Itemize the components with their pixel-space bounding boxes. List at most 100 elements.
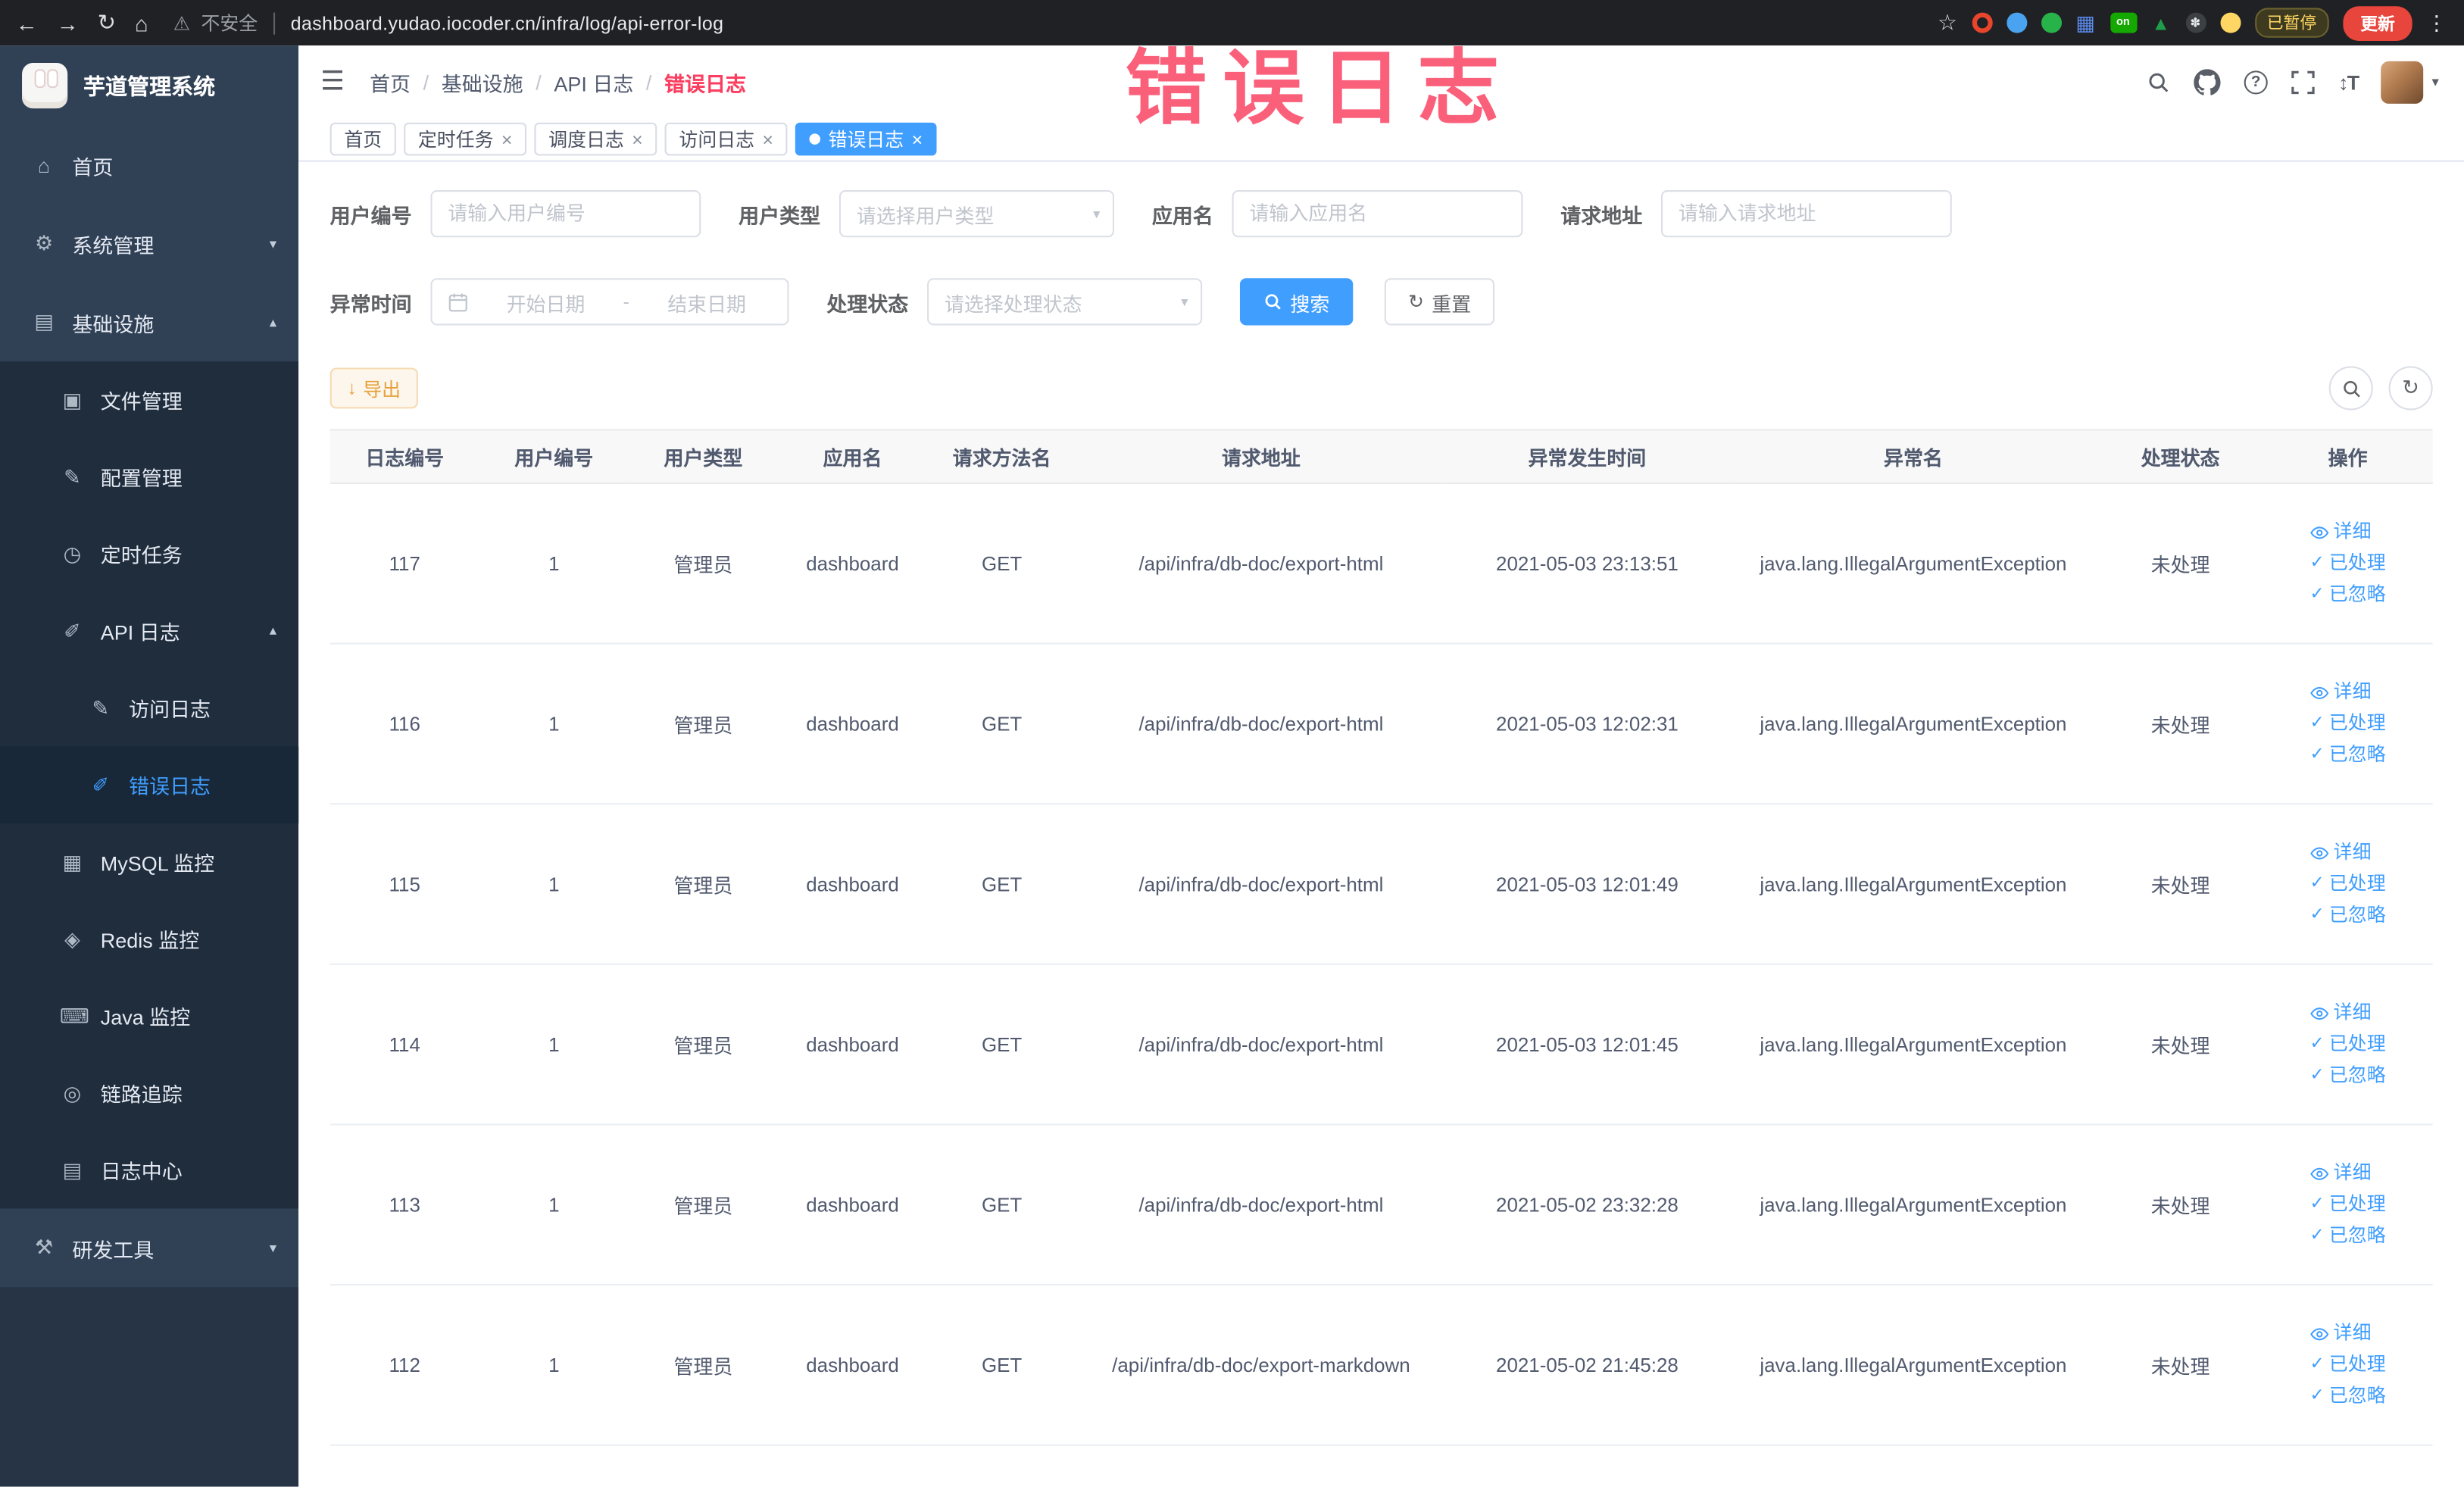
sidebar-item-devtools[interactable]: ⚒ 研发工具 ▾ bbox=[0, 1208, 298, 1287]
eye-icon bbox=[2309, 683, 2329, 701]
extension-icon-7[interactable]: ✽ bbox=[2184, 12, 2206, 33]
cell-exception-time: 2021-05-03 12:02:31 bbox=[1445, 643, 1729, 805]
mark-processed-link[interactable]: ✓ 已处理 bbox=[2310, 550, 2386, 576]
extension-icon-5[interactable]: on bbox=[2110, 12, 2137, 33]
breadcrumb-separator: / bbox=[423, 70, 429, 94]
toggle-search-button[interactable] bbox=[2328, 366, 2373, 411]
home-icon[interactable]: ⌂ bbox=[135, 10, 148, 35]
sidebar-item-home[interactable]: ⌂ 首页 bbox=[0, 126, 298, 205]
refresh-table-button[interactable]: ↻ bbox=[2388, 366, 2433, 411]
edit-icon: ✎ bbox=[64, 464, 81, 489]
cell-actions: 详细 ✓ 已处理 ✓ 已忽略 bbox=[2263, 643, 2433, 805]
update-button[interactable]: 更新 bbox=[2343, 5, 2412, 40]
bookmark-star-icon[interactable]: ☆ bbox=[1938, 9, 1957, 36]
sidebar-item-mysql-monitor[interactable]: ▦ MySQL 监控 bbox=[0, 823, 298, 901]
breadcrumb-item-home[interactable]: 首页 bbox=[370, 67, 411, 96]
mark-processed-link[interactable]: ✓ 已处理 bbox=[2310, 1351, 2386, 1378]
search-icon[interactable] bbox=[2147, 70, 2170, 93]
address-bar[interactable]: ⚠ 不安全 dashboard.yudao.iocoder.cn/infra/l… bbox=[173, 9, 1925, 36]
chrome-menu-icon[interactable]: ⋮ bbox=[2426, 10, 2448, 35]
github-icon[interactable] bbox=[2194, 68, 2221, 95]
mark-processed-link[interactable]: ✓ 已处理 bbox=[2310, 1192, 2386, 1218]
detail-link[interactable]: 详细 bbox=[2309, 679, 2371, 705]
exception-time-range-picker[interactable]: 开始日期 - 结束日期 bbox=[430, 278, 789, 326]
cell-request-url: /api/infra/db-doc/export-html bbox=[1076, 483, 1446, 645]
mark-ignored-link[interactable]: ✓ 已忽略 bbox=[2310, 1383, 2386, 1410]
mark-ignored-link[interactable]: ✓ 已忽略 bbox=[2310, 582, 2386, 608]
sidebar-item-scheduled-jobs[interactable]: ◷ 定时任务 bbox=[0, 516, 298, 593]
cell-actions: 详细 ✓ 已处理 ✓ 已忽略 bbox=[2263, 1285, 2433, 1446]
sidebar-collapse-icon[interactable]: ☰ bbox=[320, 66, 345, 97]
sidebar-item-label: 研发工具 bbox=[72, 1237, 155, 1261]
sidebar-item-infrastructure[interactable]: ▤ 基础设施 ▴ bbox=[0, 283, 298, 361]
sidebar-item-access-log[interactable]: ✎ 访问日志 bbox=[0, 670, 298, 747]
sidebar-menu: ⌂ 首页 ⚙ 系统管理 ▾ ▤ 基础设施 ▴ ▣ 文件管理 ✎ 配置管理 ◷ 定… bbox=[0, 126, 299, 1487]
detail-link[interactable]: 详细 bbox=[2309, 519, 2371, 545]
mark-processed-link[interactable]: ✓ 已处理 bbox=[2310, 870, 2386, 897]
tab-scheduled-jobs[interactable]: 定时任务 × bbox=[404, 122, 527, 156]
fullscreen-icon[interactable] bbox=[2291, 70, 2315, 94]
detail-link[interactable]: 详细 bbox=[2309, 1320, 2371, 1347]
mark-ignored-link[interactable]: ✓ 已忽略 bbox=[2310, 742, 2386, 768]
cell-exception-name: java.lang.IllegalArgumentException bbox=[1729, 643, 2098, 805]
breadcrumb-item-api-log[interactable]: API 日志 bbox=[554, 67, 633, 96]
close-icon[interactable]: × bbox=[912, 130, 923, 148]
extension-icon-1[interactable] bbox=[1971, 12, 1992, 33]
tab-access-log[interactable]: 访问日志 × bbox=[664, 122, 788, 156]
request-url-input[interactable] bbox=[1661, 190, 1952, 238]
detail-link[interactable]: 详细 bbox=[2309, 839, 2371, 866]
breadcrumb-item-infrastructure[interactable]: 基础设施 bbox=[442, 67, 523, 96]
sidebar-item-system-mgmt[interactable]: ⚙ 系统管理 ▾ bbox=[0, 205, 298, 283]
paused-badge[interactable]: 已暂停 bbox=[2254, 8, 2329, 38]
extension-icon-6[interactable]: ▲ bbox=[2150, 12, 2171, 34]
cell-exception-name: java.lang.IllegalArgumentException bbox=[1729, 1285, 2098, 1446]
close-icon[interactable]: × bbox=[501, 130, 513, 148]
sidebar-item-api-log[interactable]: ✐ API 日志 ▴ bbox=[0, 592, 298, 670]
app-name-input[interactable] bbox=[1232, 190, 1523, 238]
sidebar-item-tracing[interactable]: ◎ 链路追踪 bbox=[0, 1054, 298, 1132]
user-menu[interactable]: ▾ bbox=[2381, 60, 2439, 103]
extension-icon-2[interactable] bbox=[2006, 12, 2027, 33]
close-icon[interactable]: × bbox=[632, 130, 643, 148]
sidebar-item-java-monitor[interactable]: ⌨ Java 监控 bbox=[0, 977, 298, 1054]
extension-icon-8[interactable] bbox=[2219, 12, 2241, 33]
forward-icon[interactable]: → bbox=[57, 10, 79, 35]
cell-user-id: 1 bbox=[479, 804, 629, 965]
mark-ignored-link[interactable]: ✓ 已忽略 bbox=[2310, 902, 2386, 929]
reset-button[interactable]: ↻ 重置 bbox=[1384, 278, 1495, 326]
check-icon: ✓ bbox=[2309, 1226, 2325, 1245]
check-icon: ✓ bbox=[2309, 584, 2325, 604]
sidebar-item-redis-monitor[interactable]: ◈ Redis 监控 bbox=[0, 901, 298, 978]
detail-link[interactable]: 详细 bbox=[2309, 1160, 2371, 1186]
table-row: 114 1 管理员 dashboard GET /api/infra/db-do… bbox=[329, 964, 2433, 1126]
font-size-icon[interactable]: ↕T bbox=[2338, 70, 2359, 93]
extension-icon-4[interactable]: ▦ bbox=[2075, 10, 2096, 33]
sidebar-item-error-log[interactable]: ✐ 错误日志 bbox=[0, 746, 299, 824]
tab-schedule-log[interactable]: 调度日志 × bbox=[534, 122, 657, 156]
search-button[interactable]: 搜索 bbox=[1240, 278, 1354, 326]
extension-icon-3[interactable] bbox=[2040, 12, 2061, 33]
close-icon[interactable]: × bbox=[762, 130, 773, 148]
sidebar-item-config-mgmt[interactable]: ✎ 配置管理 bbox=[0, 439, 298, 516]
user-type-select[interactable]: 请选择用户类型 ▾ bbox=[839, 190, 1115, 238]
reload-icon[interactable]: ↻ bbox=[98, 9, 116, 36]
address-divider bbox=[273, 11, 276, 34]
export-button[interactable]: ↓ 导出 bbox=[329, 367, 418, 409]
detail-link[interactable]: 详细 bbox=[2309, 1000, 2371, 1026]
tab-home[interactable]: 首页 bbox=[329, 122, 396, 156]
help-icon[interactable]: ? bbox=[2244, 70, 2268, 94]
mark-processed-link[interactable]: ✓ 已处理 bbox=[2310, 711, 2386, 737]
sidebar-item-log-center[interactable]: ▤ 日志中心 bbox=[0, 1132, 298, 1209]
tab-error-log[interactable]: 错误日志 × bbox=[795, 122, 937, 156]
mark-processed-link[interactable]: ✓ 已处理 bbox=[2310, 1031, 2386, 1057]
app-logo[interactable]: 芋道管理系统 bbox=[0, 45, 298, 126]
user-id-input[interactable] bbox=[430, 190, 701, 238]
table-header-row: 日志编号 用户编号 用户类型 应用名 请求方法名 请求地址 异常发生时间 异常名… bbox=[329, 429, 2433, 485]
mark-ignored-link[interactable]: ✓ 已忽略 bbox=[2310, 1062, 2386, 1089]
cell-user-type: 管理员 bbox=[628, 804, 778, 965]
sidebar-item-file-mgmt[interactable]: ▣ 文件管理 bbox=[0, 361, 298, 439]
table-row: 117 1 管理员 dashboard GET /api/infra/db-do… bbox=[329, 483, 2433, 645]
mark-ignored-link[interactable]: ✓ 已忽略 bbox=[2310, 1223, 2386, 1249]
back-icon[interactable]: ← bbox=[16, 10, 38, 35]
process-status-select[interactable]: 请选择处理状态 ▾ bbox=[927, 278, 1203, 326]
